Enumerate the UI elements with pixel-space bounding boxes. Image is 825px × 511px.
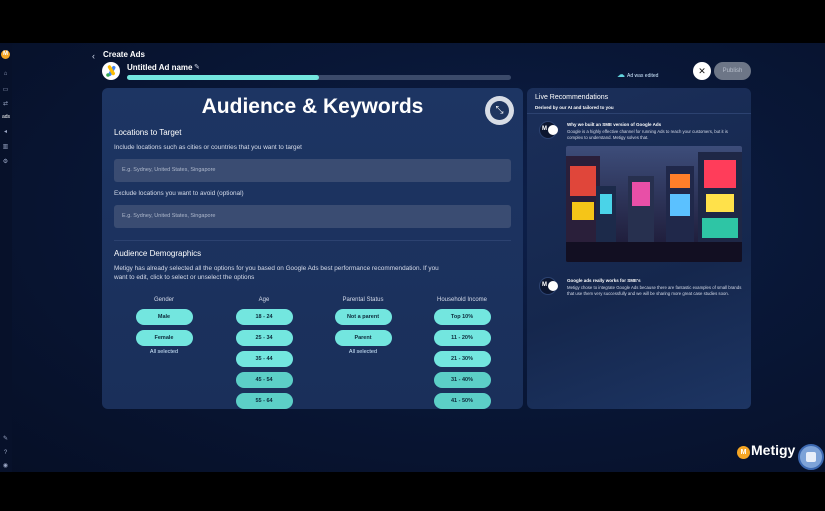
parental-all-selected: All selected: [348, 349, 378, 355]
google-ads-icon: [548, 125, 558, 135]
save-status: ☁ Ad was edited: [617, 70, 658, 79]
box-icon[interactable]: ▭: [2, 87, 9, 94]
divider: [114, 240, 511, 241]
metigy-brand: M Metigy: [737, 442, 795, 459]
locations-heading: Locations to Target: [114, 128, 182, 137]
chip-male[interactable]: Male: [135, 309, 193, 325]
chip-income-top-10[interactable]: Top 10%: [433, 309, 491, 325]
age-label: Age: [258, 297, 270, 303]
brand-dot: M: [737, 446, 750, 459]
include-locations-input[interactable]: E.g. Sydney, United States, Singapore: [114, 159, 511, 182]
megaphone-icon[interactable]: ◂: [2, 129, 9, 136]
demographics-desc-line2: want to edit, click to select or unselec…: [114, 274, 255, 281]
demographics-heading: Audience Demographics: [114, 249, 202, 258]
user-icon[interactable]: ◉: [2, 463, 9, 470]
page-title: Audience & Keywords: [201, 95, 424, 118]
left-nav-rail: M ⌂ ▭ ⇄ ads ◂ ▥ ⚙ ✎ ? ◉: [0, 43, 12, 472]
avatar: M: [539, 121, 558, 139]
pen-icon[interactable]: ✎: [2, 436, 9, 443]
chart-icon[interactable]: ▥: [2, 144, 9, 151]
ads-icon[interactable]: ads: [1, 114, 11, 121]
demographics-desc-line1: Metigy has already selected all the opti…: [114, 265, 439, 272]
brand-name: Metigy: [751, 442, 796, 458]
edit-pencil-icon[interactable]: ✎: [194, 63, 200, 71]
income-label: Household Income: [436, 297, 488, 303]
metigy-logo[interactable]: M: [1, 50, 10, 59]
gender-column: Gender Male Female All selected: [134, 297, 194, 355]
chat-button[interactable]: [798, 444, 824, 470]
recommendations-subtitle: Derived by our AI and tailored to you: [535, 105, 614, 110]
message-body: Google is a highly effective channel for…: [567, 129, 728, 140]
progress-fill: [127, 75, 319, 80]
ad-name[interactable]: Untitled Ad name: [127, 63, 192, 72]
chip-income-11-20[interactable]: 11 - 20%: [433, 330, 491, 346]
chip-age-18-24[interactable]: 18 - 24: [235, 309, 293, 325]
locations-include-desc: Include locations such as cities or coun…: [114, 144, 302, 151]
avatar: M: [539, 277, 558, 295]
chip-not-a-parent[interactable]: Not a parent: [334, 309, 392, 325]
chip-age-25-34[interactable]: 25 - 34: [235, 330, 293, 346]
age-column: Age 18 - 24 25 - 34 35 - 44 45 - 54 55 -…: [234, 297, 294, 409]
chip-parent[interactable]: Parent: [334, 330, 392, 346]
chip-age-55-64[interactable]: 55 - 64: [235, 393, 293, 409]
message-title: Why we built an SME version of Google Ad…: [567, 122, 662, 127]
gender-all-selected: All selected: [149, 349, 179, 355]
cloud-icon: ☁: [617, 70, 625, 79]
collapse-icon: ⤡: [490, 101, 509, 120]
breadcrumb[interactable]: Create Ads: [103, 50, 145, 59]
chip-income-41-50[interactable]: 41 - 50%: [433, 393, 491, 409]
close-button[interactable]: ✕: [693, 62, 711, 80]
chat-icon: [806, 452, 816, 462]
progress-bar: [127, 75, 511, 80]
message-title: Google ads really works for SME's: [567, 278, 641, 283]
gear-icon[interactable]: ⚙: [2, 159, 9, 166]
back-chevron-icon[interactable]: ‹: [92, 51, 95, 61]
audience-keywords-panel: Audience & Keywords ⤡ Locations to Targe…: [102, 88, 523, 409]
google-ads-icon: [548, 281, 558, 291]
income-column: Household Income Top 10% 11 - 20% 21 - 3…: [432, 297, 492, 409]
chip-female[interactable]: Female: [135, 330, 193, 346]
parental-column: Parental Status Not a parent Parent All …: [333, 297, 393, 355]
save-status-text: Ad was edited: [627, 73, 659, 79]
gender-label: Gender: [153, 297, 174, 303]
help-icon[interactable]: ?: [2, 450, 9, 457]
parental-label: Parental Status: [342, 297, 384, 303]
chip-income-21-30[interactable]: 21 - 30%: [433, 351, 491, 367]
publish-button[interactable]: Publish: [714, 62, 751, 80]
share-icon[interactable]: ⇄: [2, 101, 9, 108]
message-body: Metigy chose to integrate Google Ads bec…: [567, 285, 742, 296]
recommendations-title: Live Recommendations: [535, 94, 609, 101]
divider: [527, 113, 751, 114]
home-icon[interactable]: ⌂: [2, 71, 9, 78]
chip-income-31-40[interactable]: 31 - 40%: [433, 372, 491, 388]
live-recommendations-panel: Live Recommendations Derived by our AI a…: [527, 88, 751, 409]
exclude-locations-input[interactable]: E.g. Sydney, United States, Singapore: [114, 205, 511, 228]
chip-age-45-54[interactable]: 45 - 54: [235, 372, 293, 388]
chip-age-35-44[interactable]: 35 - 44: [235, 351, 293, 367]
times-square-photo: [566, 146, 742, 262]
collapse-button[interactable]: ⤡: [485, 96, 514, 125]
locations-exclude-desc: Exclude locations you want to avoid (opt…: [114, 190, 244, 197]
google-ads-icon: [102, 62, 120, 80]
app-stage: M ⌂ ▭ ⇄ ads ◂ ▥ ⚙ ✎ ? ◉ ‹ Create Ads Unt…: [0, 43, 825, 472]
